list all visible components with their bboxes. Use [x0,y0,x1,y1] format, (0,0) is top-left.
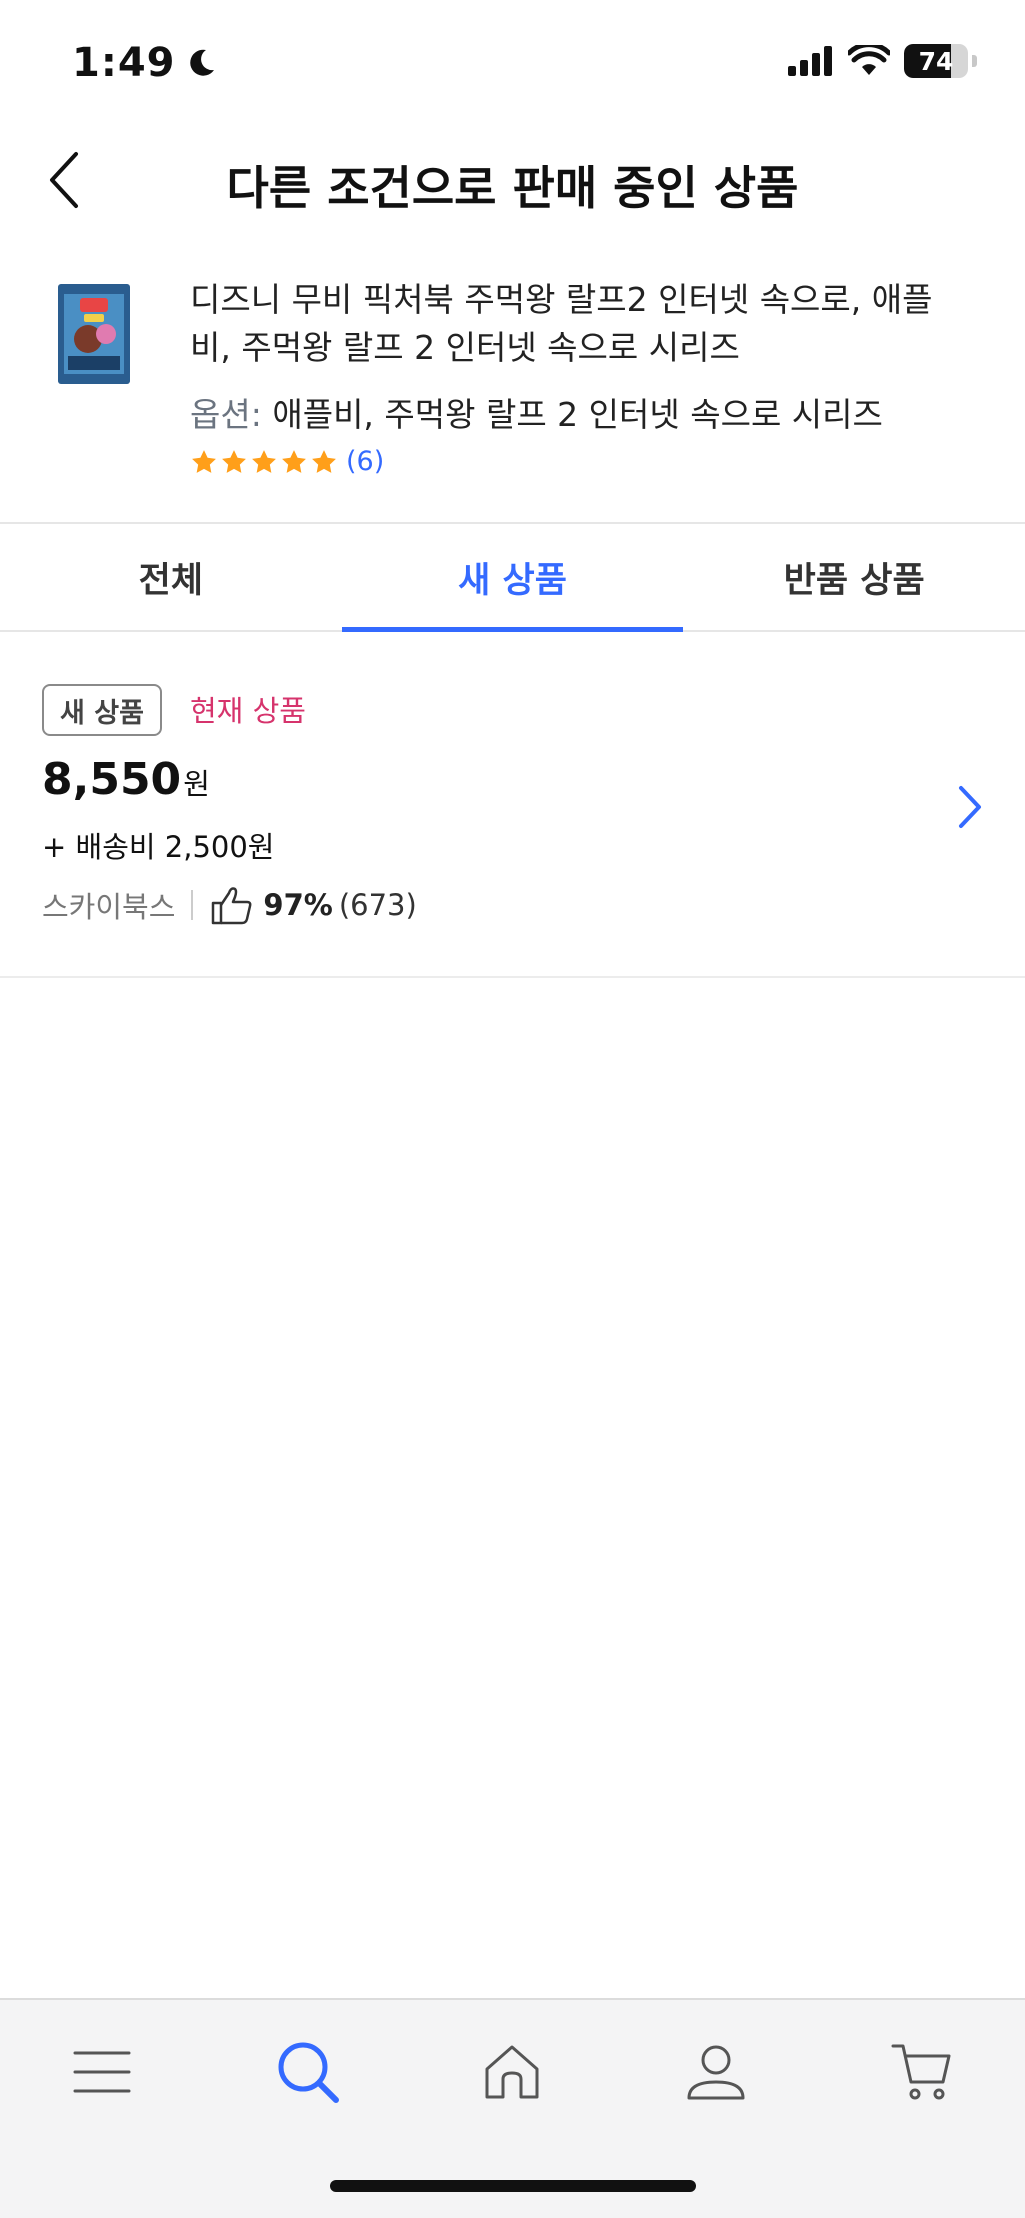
status-icons: 74 [788,44,977,78]
cellular-signal-icon [788,46,832,76]
nav-menu[interactable] [62,2032,142,2112]
price-unit: 원 [183,767,210,801]
battery-level: 74 [918,46,954,76]
seller-info: 스카이북스 97% (673) [42,884,417,926]
star-icon [222,449,246,473]
battery-nub [972,55,977,67]
cart-icon [891,2044,951,2100]
status-time-text: 1:49 [72,40,176,86]
wifi-icon [848,45,890,75]
option-value: 애플비, 주먹왕 랄프 2 인터넷 속으로 시리즈 [272,395,883,434]
nav-profile[interactable] [676,2032,756,2112]
search-icon [278,2042,339,2103]
product-option: 옵션: 애플비, 주먹왕 랄프 2 인터넷 속으로 시리즈 [190,388,883,436]
offer-price: 8,550 원 [42,754,210,805]
tab-new[interactable]: 새 상품 [341,524,684,632]
product-rating[interactable]: (6) [190,446,384,477]
shipping-fee: + 배송비 2,500원 [42,830,275,864]
page-title: 다른 조건으로 판매 중인 상품 [226,161,799,215]
seller-rating-count: (673) [338,888,417,922]
current-product-tag: 현재 상품 [190,694,306,728]
header: 다른 조건으로 판매 중인 상품 [0,130,1025,230]
divider [191,890,194,920]
battery-icon: 74 [904,44,968,78]
nav-cart[interactable] [882,2032,962,2112]
star-icon [192,449,216,473]
product-name: 디즈니 무비 픽처북 주먹왕 랄프2 인터넷 속으로, 애플비, 주먹왕 랄프 … [190,280,933,367]
status-bar: 1:49 74 [0,0,1025,130]
thumbs-up-icon [212,887,252,925]
condition-tabs: 전체 새 상품 반품 상품 [0,522,1025,632]
product-thumbnail[interactable] [58,284,130,384]
tab-returned[interactable]: 반품 상품 [683,524,1025,630]
condition-badge: 새 상품 [42,684,162,736]
review-count: (6) [346,446,385,477]
moon-icon [189,49,214,76]
product-summary: 디즈니 무비 픽처북 주먹왕 랄프2 인터넷 속으로, 애플비, 주먹왕 랄프 … [0,270,1025,522]
nav-home[interactable] [472,2032,552,2112]
star-icon [282,449,306,473]
home-icon [485,2045,539,2099]
profile-icon [687,2045,745,2100]
book-cover-image [58,284,130,384]
nav-search[interactable] [268,2032,348,2112]
price-value: 8,550 [42,754,182,805]
tab-all[interactable]: 전체 [0,524,342,630]
chevron-right-icon [959,786,981,828]
star-icon [312,449,336,473]
offer-item[interactable]: 새 상품 현재 상품 8,550 원 + 배송비 2,500원 스카이북스 97… [0,634,1025,978]
seller-name: 스카이북스 [42,890,176,924]
option-label: 옵션: [190,395,262,434]
positive-rate: 97% [263,888,333,922]
star-icon [252,449,276,473]
menu-icon [73,2051,131,2093]
home-indicator [330,2180,696,2192]
status-time: 1:49 [72,40,218,86]
